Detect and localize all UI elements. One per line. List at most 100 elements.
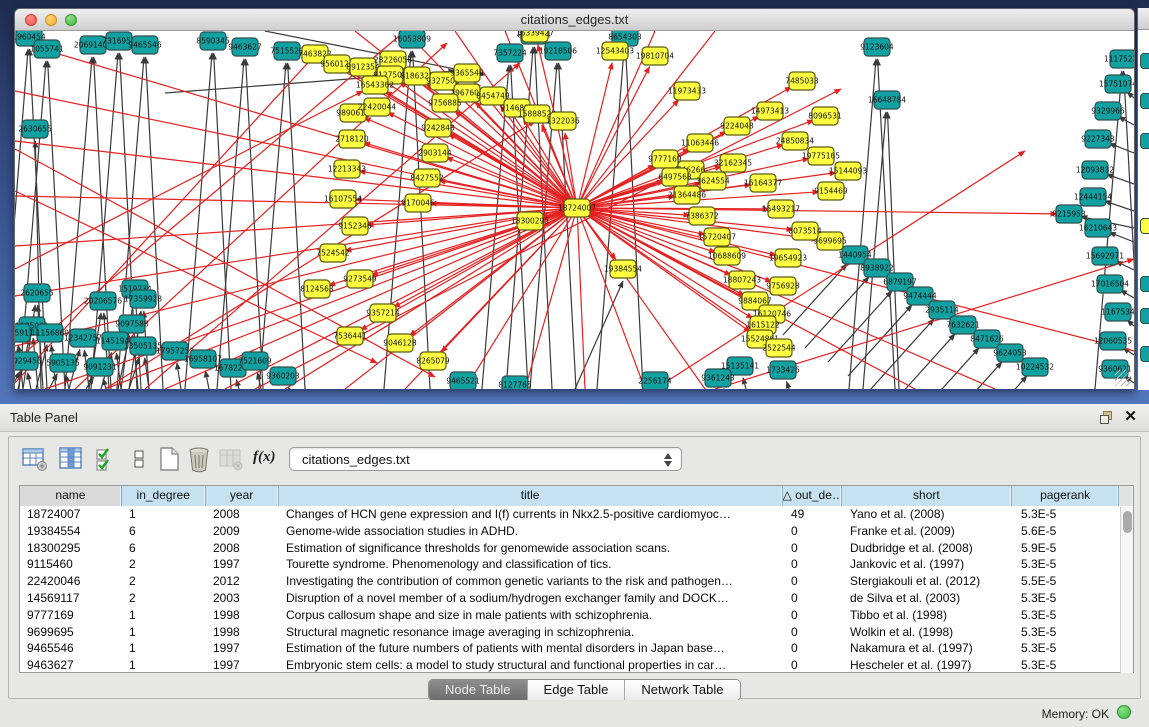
graph-node[interactable]: 9097588 [115, 315, 149, 333]
graph-node[interactable]: 9091231 [83, 358, 117, 376]
table-row[interactable]: 977716911998Corpus callosum shape and si… [20, 607, 1133, 624]
graph-node[interactable]: 16164377 [744, 174, 782, 192]
graph-node[interactable]: 11063446 [681, 134, 719, 152]
graph-node[interactable]: 12060535 [1094, 332, 1132, 350]
table-row[interactable]: 911546021997Tourette syndrome. Phenomeno… [20, 556, 1133, 573]
tab-edge-table[interactable]: Edge Table [528, 680, 626, 700]
graph-node[interactable]: 8215953 [1052, 205, 1086, 223]
scrollbar-thumb[interactable] [1123, 511, 1132, 533]
graph-node[interactable]: 16210643 [1079, 219, 1117, 237]
network-view-window[interactable]: citations_edges.txt 19604541055741206914… [14, 8, 1135, 389]
graph-node[interactable]: 14973413 [751, 102, 789, 120]
graph-node[interactable]: 9465521 [446, 372, 480, 389]
graph-node[interactable]: 6497568 [658, 168, 692, 186]
column-header-out-degree[interactable]: △ out_de… [783, 486, 842, 506]
graph-node[interactable]: 9365546 [450, 64, 484, 82]
table-row[interactable]: 969969511998Structural magnetic resonanc… [20, 624, 1133, 641]
graph-node[interactable]: 2718120 [335, 130, 369, 148]
graph-node[interactable]: 32162345 [714, 154, 752, 172]
graph-node[interactable]: 1055741 [30, 40, 64, 58]
float-panel-icon[interactable] [1100, 411, 1113, 424]
graph-node[interactable]: 19218506 [539, 42, 577, 60]
close-panel-icon[interactable]: ✕ [1124, 408, 1137, 426]
graph-node[interactable]: 8265079 [416, 352, 450, 370]
tab-network-table[interactable]: Network Table [625, 680, 739, 700]
graph-node[interactable]: 1929456 [15, 352, 42, 370]
column-header-pagerank[interactable]: pagerank [1012, 486, 1119, 506]
graph-node[interactable]: 9123604 [860, 38, 894, 56]
graph-node[interactable]: 20206576 [84, 292, 122, 310]
graph-node[interactable]: 9463627 [228, 38, 262, 56]
table-row[interactable]: 946554611997Estimation of the future num… [20, 640, 1133, 657]
table-row[interactable]: 1872400712008Changes of HCN gene express… [20, 506, 1133, 523]
table-row[interactable]: 1938455462009Genome-wide association stu… [20, 523, 1133, 540]
row-options-icon[interactable] [125, 445, 153, 473]
function-builder-icon[interactable]: f(x) [253, 449, 281, 477]
graph-node[interactable]: 15720407 [698, 228, 736, 246]
graph-node[interactable]: 2903144 [418, 144, 452, 162]
select-all-icon[interactable] [93, 445, 121, 473]
graph-node[interactable]: 9360203 [266, 367, 300, 385]
graph-node[interactable]: 9224048 [720, 117, 754, 135]
graph-node[interactable]: 19654923 [769, 249, 807, 267]
graph-node[interactable]: 8427552 [410, 169, 444, 187]
graph-node[interactable]: 1322036 [546, 112, 580, 130]
graph-node[interactable]: 7386372 [685, 207, 719, 225]
column-header-name[interactable]: name [20, 486, 122, 506]
graph-node[interactable]: 9242848 [421, 119, 455, 137]
table-settings-icon[interactable] [21, 445, 49, 473]
graph-node[interactable]: 2256174 [638, 372, 672, 389]
graph-node[interactable]: 8124563 [300, 280, 334, 298]
graph-node[interactable]: 2620655 [20, 284, 54, 302]
graph-node[interactable]: 12444154 [1074, 188, 1112, 206]
graph-node[interactable]: 11973433 [668, 82, 706, 100]
graph-node[interactable]: 9046128 [383, 334, 417, 352]
table-row[interactable]: 946362711997Embryonic stem cells: a mode… [20, 657, 1133, 674]
graph-node[interactable]: 2630655 [18, 120, 52, 138]
column-header-short[interactable]: short [842, 486, 1013, 506]
graph-node[interactable]: 15751074 [1099, 75, 1134, 93]
column-header-in-degree[interactable]: in_degree [122, 486, 206, 506]
graph-node[interactable]: 3624554 [696, 172, 730, 190]
table-scrollbar[interactable] [1120, 507, 1133, 673]
graph-node[interactable]: 17016504 [1091, 275, 1129, 293]
window-resize-grip[interactable] [1115, 370, 1131, 386]
graph-node[interactable]: 2522544 [762, 339, 796, 357]
graph-node[interactable]: 18807243 [723, 271, 761, 289]
graph-node[interactable]: 1167534 [1101, 303, 1134, 321]
graph-node[interactable]: 7536441 [333, 327, 367, 345]
graph-node[interactable]: 9624053 [993, 344, 1027, 362]
table-row[interactable]: 2242004622012Investigating the contribut… [20, 573, 1133, 590]
graph-node[interactable]: 7357224 [493, 44, 527, 62]
graph-node[interactable]: 5905135 [46, 354, 80, 372]
new-table-icon[interactable] [155, 445, 183, 473]
graph-node[interactable]: 19810704 [636, 47, 674, 65]
graph-node[interactable]: 9756885 [428, 94, 462, 112]
graph-node[interactable]: 15493217 [762, 200, 800, 218]
graph-node[interactable]: 9273549 [343, 270, 377, 288]
graph-node[interactable]: 9465546 [128, 36, 162, 54]
memory-status-icon[interactable] [1117, 705, 1131, 719]
graph-node[interactable]: 8127765 [498, 376, 532, 389]
graph-node[interactable]: 7485033 [785, 72, 819, 90]
graph-node[interactable]: 16648784 [868, 91, 906, 109]
graph-node[interactable]: 9170046 [401, 194, 435, 212]
column-header-year[interactable]: year [206, 486, 279, 506]
graph-node[interactable]: 7524542 [316, 244, 350, 262]
tab-node-table[interactable]: Node Table [429, 680, 528, 700]
graph-node[interactable]: 16053809 [393, 31, 431, 48]
table-row[interactable]: 1456911722003Disruption of a novel membe… [20, 590, 1133, 607]
graph-node[interactable]: 10224532 [1016, 358, 1054, 376]
graph-node[interactable]: 9357214 [366, 304, 400, 322]
graph-node[interactable]: 24850834 [776, 132, 814, 150]
table-selector-dropdown[interactable]: citations_edges.txt [289, 447, 682, 471]
graph-node[interactable]: 19775165 [802, 147, 840, 165]
graph-node[interactable]: 9227343 [1081, 130, 1115, 148]
graph-node[interactable]: 1733426 [766, 361, 800, 379]
graph-node[interactable]: 17359928 [124, 290, 162, 308]
graph-node[interactable]: 8073514 [788, 222, 822, 240]
graph-node[interactable]: 9152346 [338, 217, 372, 235]
select-columns-icon[interactable] [57, 445, 85, 473]
graph-node[interactable]: 9756928 [766, 277, 800, 295]
graph-node[interactable]: 8096531 [808, 107, 842, 125]
